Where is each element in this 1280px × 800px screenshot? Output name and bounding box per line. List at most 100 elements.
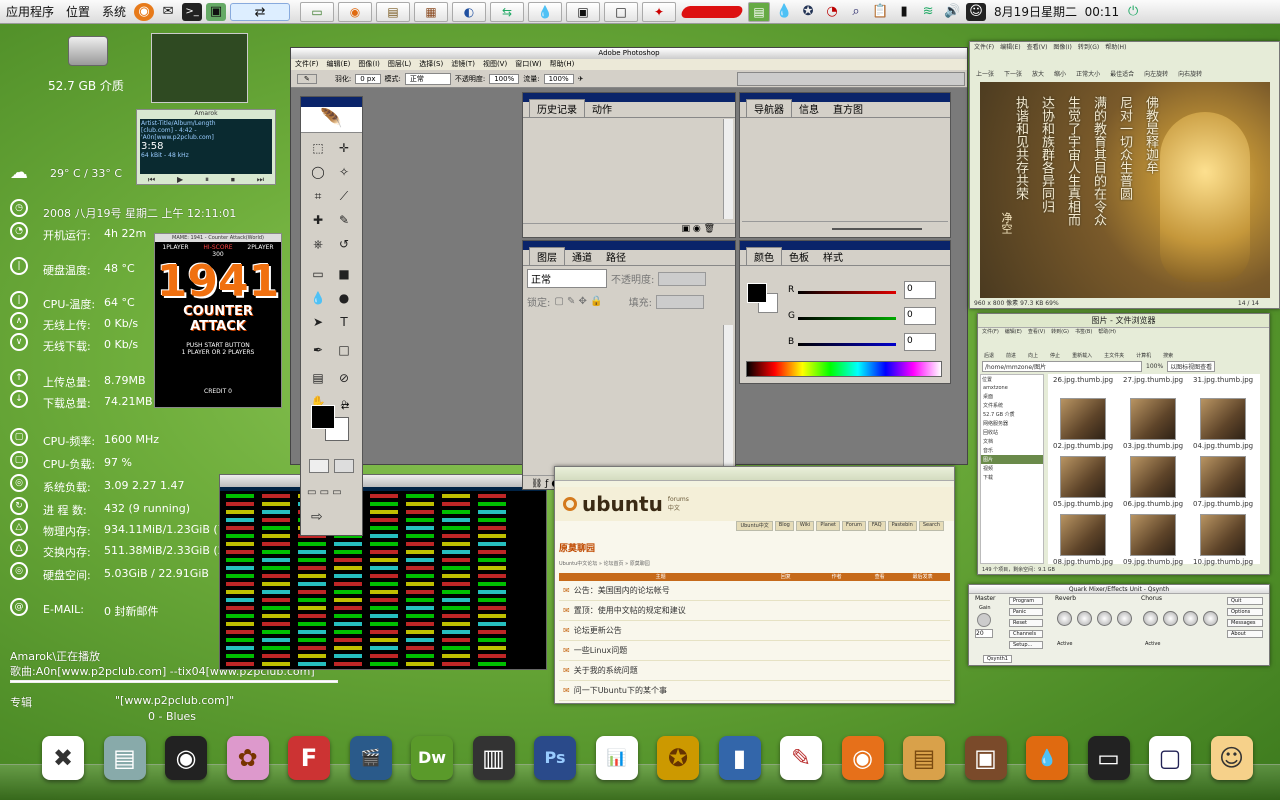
file-name[interactable]: 05.jpg.thumb.jpg (1053, 500, 1113, 508)
ps-menu-item[interactable]: 视图(V) (483, 59, 507, 70)
mail-icon[interactable]: ✉ (158, 3, 178, 21)
topic-title[interactable]: 置顶：使用中文帖的规定和建议 (574, 605, 775, 616)
workspace-preview[interactable] (151, 33, 248, 103)
chorus-active[interactable]: Active (1145, 641, 1160, 647)
zoom-value[interactable]: 100% (1146, 363, 1163, 370)
opacity-field[interactable]: 100% (489, 73, 520, 84)
tab-layers[interactable]: 图层 (529, 247, 565, 265)
media-player-icon[interactable]: ▤ (100, 732, 150, 786)
clock-icon[interactable]: ◔ (822, 3, 842, 21)
drive-label[interactable]: 52.7 GB 介质 (48, 77, 124, 94)
place-item[interactable]: 视频 (981, 464, 1043, 473)
marquee-icon[interactable]: ⬚ (309, 139, 327, 157)
forum-topic-row[interactable]: ✉ 论坛更新公告 (559, 621, 950, 641)
synth-tab[interactable]: Qsynth1 (983, 655, 1012, 663)
gradient-icon[interactable]: ■ (335, 265, 353, 283)
iv-tool-button[interactable]: 向左旋转 (1144, 69, 1168, 78)
move-icon[interactable]: ✛ (335, 139, 353, 157)
stock-row[interactable] (220, 564, 546, 571)
forum-nav-tab[interactable]: Forum (842, 521, 866, 531)
qsynth-button[interactable]: Panic (1009, 608, 1043, 616)
forum-nav-tab[interactable]: Search (918, 521, 944, 531)
fill-field[interactable] (655, 294, 704, 309)
healing-icon[interactable]: ✚ (309, 211, 327, 229)
pause-icon[interactable]: ⏸ (205, 175, 209, 185)
ps-menu-item[interactable]: 编辑(E) (327, 59, 351, 70)
ps-menu-item[interactable]: 图像(I) (358, 59, 380, 70)
firefox-icon[interactable]: ◉ (838, 732, 888, 786)
menu-places[interactable]: 位置 (60, 3, 96, 20)
channel-value[interactable]: 0 (904, 281, 936, 299)
screenshot-icon[interactable]: ▣ (206, 2, 227, 21)
place-item[interactable]: 网络服务器 (981, 419, 1043, 428)
tab-paths[interactable]: 路径 (599, 248, 633, 265)
task-firefox-icon[interactable]: ◉ (338, 1, 373, 22)
fm-menu-item[interactable]: 转到(G) (1051, 328, 1069, 337)
topic-title[interactable]: 论坛更新公告 (574, 625, 775, 636)
lasso-icon[interactable]: ◯ (309, 163, 327, 181)
topic-title[interactable]: 关于我的系统问题 (574, 665, 775, 676)
topic-title[interactable]: 问一下Ubuntu下的某个事 (574, 685, 775, 696)
tab-swatches[interactable]: 色板 (782, 248, 816, 265)
place-item[interactable]: 52.7 GB 介质 (981, 410, 1043, 419)
ps-menu-item[interactable]: 滤镜(T) (451, 59, 475, 70)
file-thumbnail[interactable] (1060, 514, 1106, 556)
stock-row[interactable] (220, 588, 546, 595)
dodge-icon[interactable]: ● (335, 289, 353, 307)
video-icon[interactable]: 🎬 (346, 732, 396, 786)
file-thumbnail[interactable] (1130, 456, 1176, 498)
iv-tool-button[interactable]: 上一张 (976, 69, 994, 78)
stock-row[interactable] (220, 500, 546, 507)
forum-breadcrumb[interactable]: Ubuntu中文论坛 » 论坛首页 » 原莫聊园 (559, 560, 950, 567)
stock-row[interactable] (220, 572, 546, 579)
compass-icon[interactable]: ✪ (798, 3, 818, 21)
power-icon[interactable]: ⏻ (1123, 3, 1143, 21)
stock-row[interactable] (220, 612, 546, 619)
file-name[interactable]: 08.jpg.thumb.jpg (1053, 558, 1113, 566)
file-thumbnail[interactable] (1060, 398, 1106, 440)
iv-menu-item[interactable]: 帮助(H) (1105, 42, 1126, 54)
user-icon[interactable]: ☺ (966, 2, 987, 21)
iv-menu-item[interactable]: 编辑(E) (1000, 42, 1020, 54)
stock-row[interactable] (220, 604, 546, 611)
photoshop-icon[interactable]: Ps (530, 732, 580, 786)
task-browser-icon[interactable]: ◐ (452, 1, 487, 22)
finance-icon[interactable]: ▥ (469, 732, 519, 786)
stock-row[interactable] (220, 644, 546, 651)
iv-tool-button[interactable]: 下一张 (1004, 69, 1022, 78)
menu-applications[interactable]: 应用程序 (0, 3, 60, 20)
fm-tool-button[interactable]: 向上 (1028, 352, 1038, 359)
effect-knob[interactable] (1097, 611, 1112, 626)
ubuntu-logo[interactable]: ubuntu (582, 492, 663, 516)
forum-topic-row[interactable]: ✉ 关于我的系统问题 (559, 661, 950, 681)
effect-knob[interactable] (1143, 611, 1158, 626)
type-icon[interactable]: T (335, 313, 353, 331)
eyedropper-icon[interactable]: ⊘ (335, 369, 353, 387)
qsynth-window[interactable]: Quark Mixer/Effects Unit - Qsynth Master… (968, 584, 1270, 666)
qsynth-button[interactable]: Reset (1009, 619, 1043, 627)
file-thumbnail[interactable] (1200, 456, 1246, 498)
channel-slider[interactable] (798, 291, 896, 294)
forum-nav-tab[interactable]: Planet (816, 521, 841, 531)
tab-navigator[interactable]: 导航器 (746, 99, 792, 117)
reverb-active[interactable]: Active (1057, 641, 1072, 647)
fm-tool-button[interactable]: 停止 (1050, 352, 1060, 359)
file-name[interactable]: 26.jpg.thumb.jpg (1053, 376, 1113, 384)
channel-value[interactable]: 0 (904, 307, 936, 325)
stock-row[interactable] (220, 492, 546, 499)
play-icon[interactable]: ▶ (177, 175, 183, 185)
channel-slider[interactable] (798, 343, 896, 346)
swap-colors-icon[interactable]: ⇄ (341, 401, 349, 412)
stock-row[interactable] (220, 628, 546, 635)
tab-styles[interactable]: 样式 (816, 248, 850, 265)
forum-heading[interactable]: 原莫聊园 (559, 541, 950, 554)
fm-menu-item[interactable]: 书签(B) (1075, 328, 1092, 337)
blend-mode-select[interactable]: 正常 (527, 269, 607, 288)
forum-topic-row[interactable]: ✉ 一些Linux问题 (559, 641, 950, 661)
file-thumbnail[interactable] (1200, 398, 1246, 440)
forum-nav-tab[interactable]: Ubuntu中文 (736, 521, 773, 531)
next-icon[interactable]: ⏭ (257, 175, 264, 185)
path-select-icon[interactable]: ➤ (309, 313, 327, 331)
ps-palette-well[interactable] (737, 72, 965, 86)
channel-slider[interactable] (798, 317, 896, 320)
